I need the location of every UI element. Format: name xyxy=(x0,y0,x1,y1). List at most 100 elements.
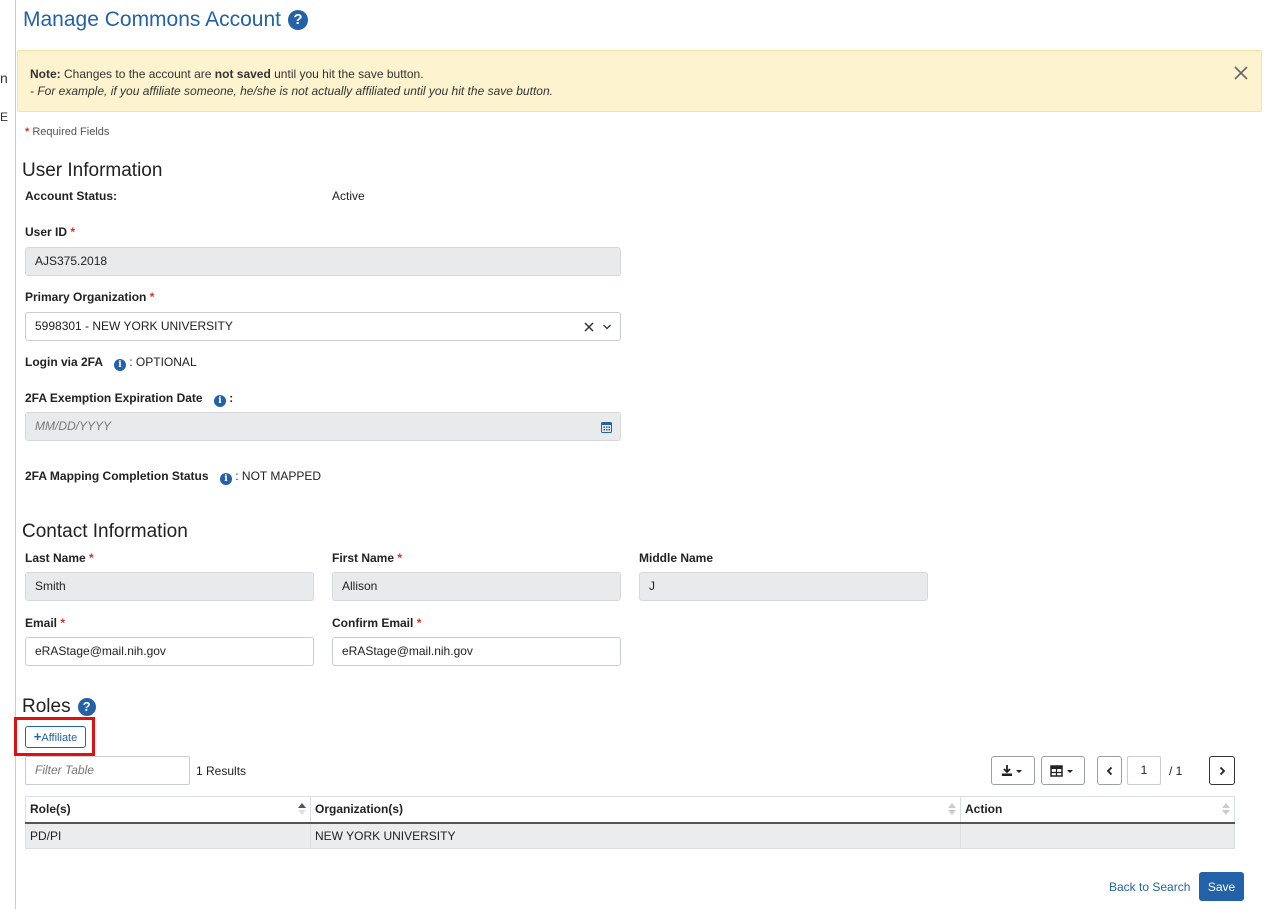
column-header-label: Role(s) xyxy=(30,802,71,817)
clear-icon[interactable] xyxy=(584,321,594,332)
confirm-email-label-text: Confirm Email xyxy=(332,616,414,630)
required-marker: * xyxy=(89,551,94,565)
exemption-date-label-text: 2FA Exemption Expiration Date xyxy=(25,391,203,405)
chevron-down-icon[interactable] xyxy=(602,322,612,332)
unsaved-changes-alert: Note: Changes to the account are not sav… xyxy=(17,50,1262,112)
back-to-search-link[interactable]: Back to Search xyxy=(1109,880,1190,894)
last-name-label-text: Last Name xyxy=(25,551,86,565)
info-icon[interactable]: i xyxy=(113,359,126,371)
required-marker: * xyxy=(70,225,76,239)
mapping-status-label: 2FA Mapping Completion Status xyxy=(25,469,209,483)
info-icon[interactable]: i xyxy=(213,395,226,407)
background-window-strip: n E xyxy=(0,0,16,909)
first-name-label: First Name * xyxy=(332,551,402,565)
sort-icon[interactable] xyxy=(948,802,956,816)
alert-line-1: Note: Changes to the account are not sav… xyxy=(30,66,1249,82)
page-number-input[interactable]: 1 xyxy=(1127,756,1161,785)
help-icon[interactable]: ? xyxy=(77,698,96,716)
column-header-organizations[interactable]: Organization(s) xyxy=(310,796,961,824)
user-id-label-text: User ID xyxy=(25,225,68,239)
next-page-button[interactable] xyxy=(1209,756,1235,785)
page-total: / 1 xyxy=(1169,764,1183,778)
last-name-field[interactable]: Smith xyxy=(25,572,314,601)
login-2fa-label: Login via 2FA xyxy=(25,355,103,369)
save-button[interactable]: Save xyxy=(1199,872,1244,901)
export-button[interactable] xyxy=(991,756,1035,785)
alert-note-label: Note: xyxy=(30,67,61,81)
affiliate-button-label: Affiliate xyxy=(41,732,78,744)
required-fields-legend: * Required Fields xyxy=(25,126,109,138)
background-text-fragment: E xyxy=(0,110,9,124)
results-count: 1 Results xyxy=(196,764,247,778)
first-name-field[interactable]: Allison xyxy=(332,572,621,601)
contact-information-heading: Contact Information xyxy=(22,521,188,542)
alert-text-after: until you hit the save button. xyxy=(270,67,424,81)
exemption-date-input[interactable]: MM/DD/YYYY xyxy=(25,412,621,441)
help-icon[interactable]: ? xyxy=(287,10,308,30)
chevron-right-icon xyxy=(1219,766,1226,775)
required-fields-text: Required Fields xyxy=(32,126,110,138)
alert-example: - For example, if you affiliate someone,… xyxy=(30,84,553,98)
close-icon[interactable] xyxy=(1231,63,1251,83)
confirm-email-label: Confirm Email * xyxy=(332,616,421,630)
primary-organization-label-text: Primary Organization xyxy=(25,290,147,304)
user-information-heading: User Information xyxy=(22,160,163,181)
primary-organization-value: 5998301 - NEW YORK UNIVERSITY xyxy=(35,319,233,333)
required-marker: * xyxy=(397,551,403,565)
required-marker: * xyxy=(25,126,30,138)
user-id-label: User ID * xyxy=(25,225,75,239)
column-header-roles[interactable]: Role(s) xyxy=(25,796,311,824)
mapping-status-value: : NOT MAPPED xyxy=(235,469,322,483)
page-title: Manage Commons Account ? xyxy=(23,8,308,32)
chevron-left-icon xyxy=(1106,766,1112,775)
user-id-field[interactable]: AJS375.2018 xyxy=(25,247,621,276)
required-marker: * xyxy=(149,290,155,304)
email-field[interactable]: eRAStage@mail.nih.gov xyxy=(25,637,314,666)
columns-button[interactable] xyxy=(1041,756,1085,785)
roles-table: Role(s) Organization(s) Action PD/PI NEW… xyxy=(25,796,1235,849)
last-name-label: Last Name * xyxy=(25,551,94,565)
background-text-fragment: n xyxy=(0,70,8,86)
previous-page-button[interactable] xyxy=(1097,756,1122,785)
column-header-action[interactable]: Action xyxy=(960,796,1235,824)
sort-icon[interactable] xyxy=(1222,802,1230,816)
login-2fa-value: : OPTIONAL xyxy=(129,355,197,369)
table-row: PD/PI NEW YORK UNIVERSITY xyxy=(25,822,1235,849)
calendar-icon[interactable] xyxy=(601,421,612,433)
first-name-label-text: First Name xyxy=(332,551,395,565)
affiliate-button[interactable]: +Affiliate xyxy=(25,726,86,748)
middle-name-label: Middle Name xyxy=(639,551,714,565)
account-status-value: Active xyxy=(332,189,365,203)
middle-name-field[interactable]: J xyxy=(639,572,928,601)
download-icon xyxy=(1002,764,1022,776)
filter-table-input[interactable]: Filter Table xyxy=(25,756,190,785)
column-header-label: Organization(s) xyxy=(315,802,404,817)
sort-icon[interactable] xyxy=(298,802,306,816)
roles-heading-text: Roles xyxy=(22,696,71,717)
primary-organization-select[interactable]: 5998301 - NEW YORK UNIVERSITY xyxy=(25,312,621,341)
table-header-row: Role(s) Organization(s) Action xyxy=(25,796,1235,824)
table-columns-icon xyxy=(1050,764,1073,777)
page-title-text: Manage Commons Account xyxy=(23,8,281,31)
primary-organization-label: Primary Organization * xyxy=(25,290,154,304)
email-label-text: Email xyxy=(25,616,58,630)
organization-cell: NEW YORK UNIVERSITY xyxy=(310,822,961,849)
login-2fa-row: Login via 2FA i : OPTIONAL xyxy=(25,355,197,371)
roles-heading: Roles ? xyxy=(22,696,96,718)
column-header-label: Action xyxy=(965,802,1003,817)
required-marker: * xyxy=(60,616,66,630)
exemption-date-colon: : xyxy=(229,391,234,405)
email-label: Email * xyxy=(25,616,65,630)
action-cell xyxy=(960,822,1235,849)
exemption-date-label: 2FA Exemption Expiration Date i : xyxy=(25,391,233,407)
mapping-status-row: 2FA Mapping Completion Status i : NOT MA… xyxy=(25,469,321,485)
info-icon[interactable]: i xyxy=(219,473,232,485)
alert-text-before: Changes to the account are xyxy=(60,67,215,81)
role-cell: PD/PI xyxy=(25,822,311,849)
modal-left-border xyxy=(15,0,16,909)
confirm-email-field[interactable]: eRAStage@mail.nih.gov xyxy=(332,637,621,666)
alert-emphasis: not saved xyxy=(214,67,271,81)
required-marker: * xyxy=(416,616,422,630)
account-status-label: Account Status: xyxy=(25,189,118,203)
exemption-date-placeholder: MM/DD/YYYY xyxy=(35,419,112,433)
